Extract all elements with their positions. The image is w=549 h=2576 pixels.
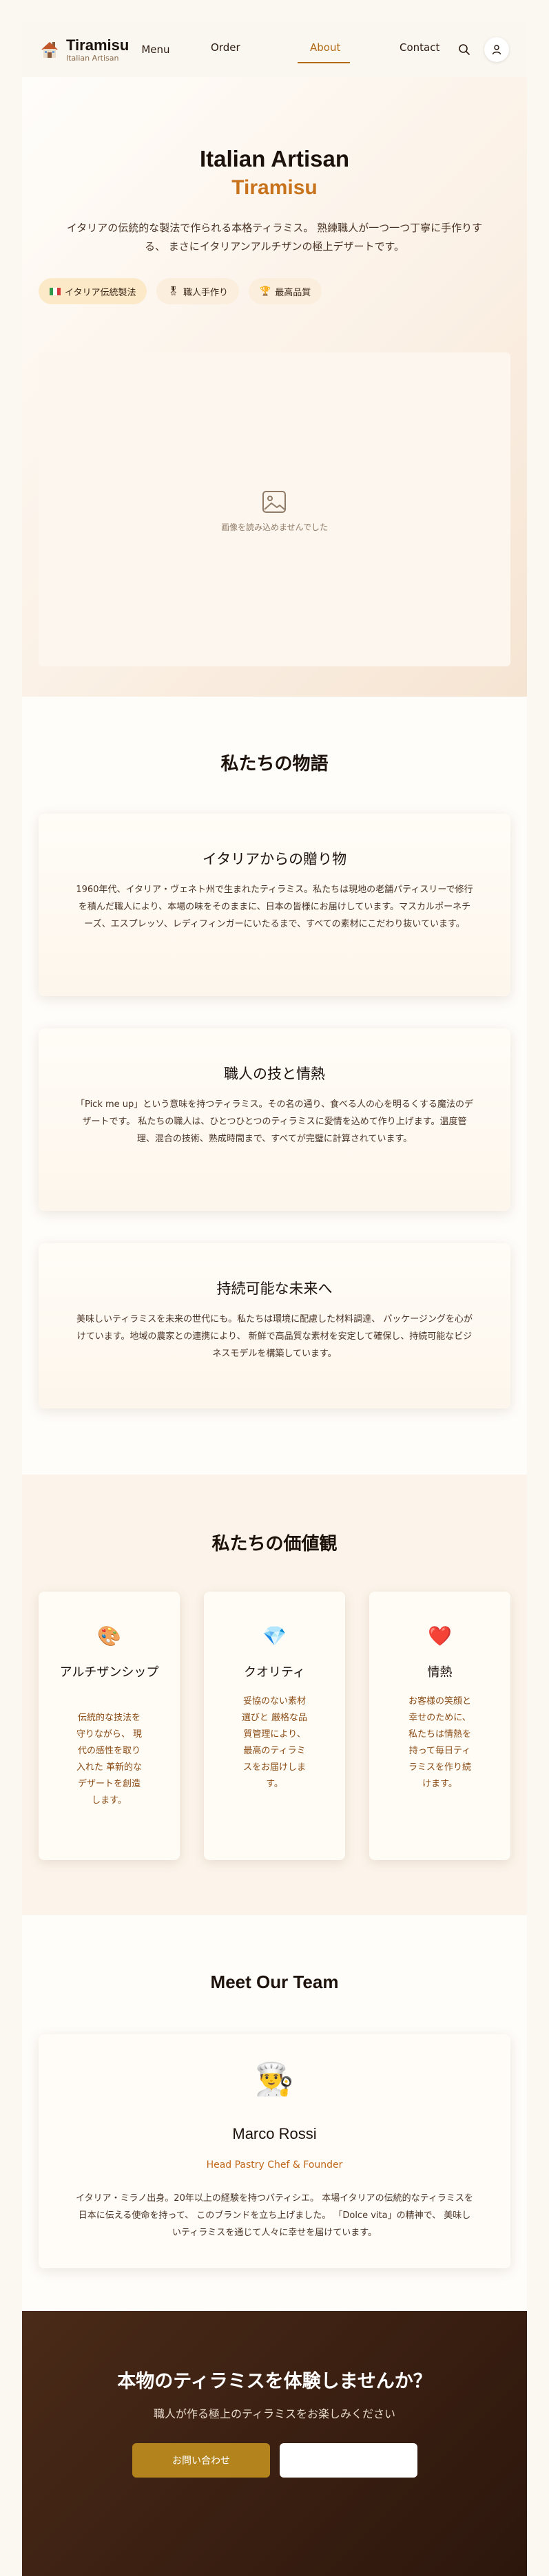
story-card-body: 美味しいティラミスを未来の世代にも。私たちは環境に配慮した材料調達、 パッケージ… [76,1314,473,1359]
badge-label: 最高品質 [275,287,311,298]
nav-contact[interactable]: Contact [400,41,439,54]
story-card: イタリアからの贈り物 1960年代、イタリア・ヴェネト州で生まれたティラミス。私… [39,814,510,996]
team-member-card: 👨‍🍳 Marco Rossi Head Pastry Chef & Found… [39,2034,510,2268]
user-icon[interactable] [484,37,509,62]
active-nav-indicator [298,62,350,63]
value-card: 💎 クオリティ 妥協のない素材選びと 厳格な品質管理により、 最高のティラミスを… [204,1592,345,1860]
hero-image-placeholder: 画像を読み込めませんでした [39,352,510,666]
story-card-title: イタリアからの贈り物 [202,852,347,867]
gem-icon: 💎 [262,1625,287,1647]
badge-label: 職人手作り [183,287,229,298]
nav-order[interactable]: Order [211,41,240,54]
feature-badges: イタリア伝統製法 🎖 職人手作り 🏆 最高品質 [39,278,322,304]
trophy-icon: 🏆 [260,286,271,297]
team-title: Meet Our Team [210,1972,339,1992]
story-title: 私たちの物語 [220,753,329,774]
value-title: アルチザンシップ [59,1665,159,1679]
search-icon[interactable] [452,37,477,62]
values-title: 私たちの価値観 [211,1533,338,1554]
secondary-button[interactable] [280,2443,417,2478]
team-section: Meet Our Team 👨‍🍳 Marco Rossi Head Pastr… [22,1915,527,2311]
cta-subtitle: 職人が作る極上のティラミスをお楽しみください [153,2407,396,2420]
value-title: 情熱 [427,1665,453,1679]
nav-about[interactable]: About [310,41,340,54]
contact-button[interactable]: お問い合わせ [132,2443,270,2478]
cta-title: 本物のティラミスを体験しませんか？ [117,2371,432,2392]
story-section: 私たちの物語 イタリアからの贈り物 1960年代、イタリア・ヴェネト州で生まれた… [22,697,527,1475]
value-description: 伝統的な技法を守りながら、 現代の感性を取り入れた 革新的なデザートを創造します… [76,1713,143,1806]
main-nav: Order About Contact [22,22,527,77]
badge-traditional: イタリア伝統製法 [39,278,147,304]
value-description: お客様の笑顔と幸せのために、 私たちは情熱を持って毎日ティラミスを作り続けます。 [408,1696,471,1789]
value-card: 🎨 アルチザンシップ 伝統的な技法を守りながら、 現代の感性を取り入れた 革新的… [39,1592,180,1860]
image-icon [259,487,289,520]
hero-subtitle: Tiramisu [231,176,318,199]
value-description: 妥協のない素材選びと 厳格な品質管理により、 最高のティラミスをお届けします。 [241,1696,308,1789]
badge-handmade: 🎖 職人手作り [156,278,240,304]
palette-icon: 🎨 [97,1625,121,1647]
values-section: 私たちの価値観 🎨 アルチザンシップ 伝統的な技法を守りながら、 現代の感性を取… [22,1475,527,1915]
story-card-body: 1960年代、イタリア・ヴェネト州で生まれたティラミス。私たちは現地の老舗パティ… [76,885,473,929]
story-card: 職人の技と情熱 「Pick me up」という意味を持つティラミス。その名の通り… [39,1028,510,1211]
hero-title: Italian Artisan [200,146,349,171]
value-title: クオリティ [244,1665,305,1679]
value-card: ❤️ 情熱 お客様の笑顔と幸せのために、 私たちは情熱を持って毎日ティラミスを作… [369,1592,510,1860]
story-card: 持続可能な未来へ 美味しいティラミスを未来の世代にも。私たちは環境に配慮した材料… [39,1243,510,1408]
badge-label: イタリア伝統製法 [65,287,136,298]
story-card-title: 職人の技と情熱 [224,1066,325,1082]
hero-description: イタリアの伝統的な製法で作られる本格ティラミス。 熟練職人が一つ一つ丁寧に手作り… [66,222,483,253]
story-card-body: 「Pick me up」という意味を持つティラミス。その名の通り、食べる人の心を… [76,1099,473,1144]
image-fallback-text: 画像を読み込めませんでした [220,522,329,532]
team-member-bio: イタリア・ミラノ出身。20年以上の経験を持つパティシエ。 本場イタリアの伝統的な… [76,2193,473,2238]
hero-section: Italian Artisan Tiramisu イタリアの伝統的な製法で作られ… [22,77,527,697]
team-member-role: Head Pastry Chef & Founder [206,2160,343,2171]
medal-icon: 🎖 [167,286,179,297]
badge-quality: 🏆 最高品質 [249,278,322,304]
italy-flag-icon [50,287,61,295]
team-member-name: Marco Rossi [232,2125,317,2142]
page-frame: Tiramisu Italian Artisan Menu Order Abou… [22,22,527,2576]
chef-avatar-icon: 👨‍🍳 [254,2060,295,2098]
heart-icon: ❤️ [428,1625,452,1647]
story-card-title: 持続可能な未来へ [216,1281,333,1297]
cta-section: 本物のティラミスを体験しませんか？ 職人が作る極上のティラミスをお楽しみください… [22,2311,527,2576]
